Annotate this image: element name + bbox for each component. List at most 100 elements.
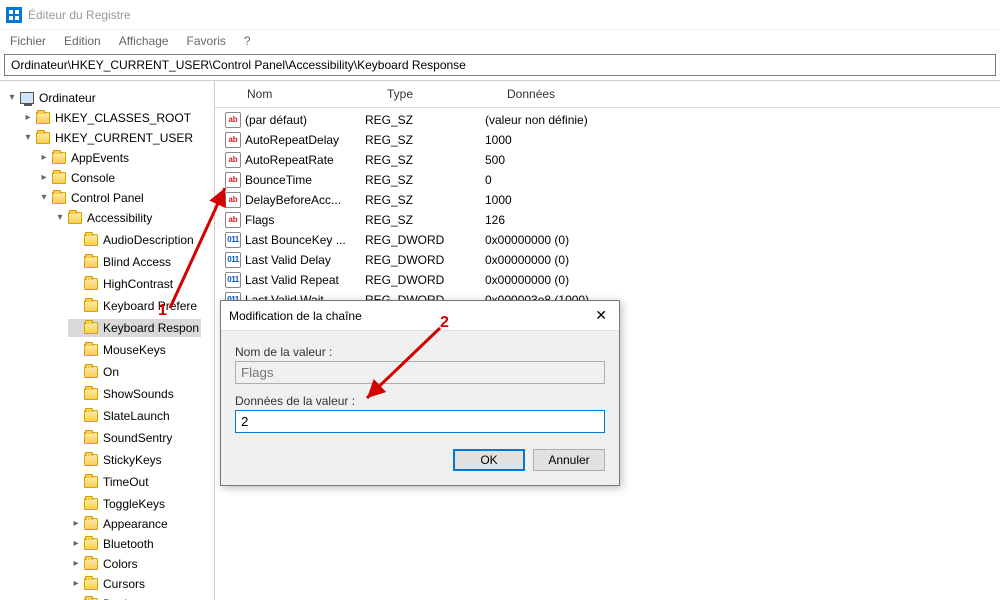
binary-value-icon [225,272,241,288]
col-name[interactable]: Nom [247,87,387,101]
list-header[interactable]: Nom Type Données [215,81,1000,108]
tree-item[interactable]: TimeOut [68,473,151,491]
chevron-down-icon[interactable]: ▾ [6,89,18,107]
edit-string-dialog: Modification de la chaîne ✕ Nom de la va… [220,300,620,486]
dialog-title-bar[interactable]: Modification de la chaîne ✕ [221,301,619,331]
tree-hkcu[interactable]: ▾ HKEY_CURRENT_USER [20,129,195,147]
tree-label: SoundSentry [103,429,172,447]
annotation-number-2: 2 [440,314,449,332]
folder-icon [84,300,98,312]
string-value-icon [225,212,241,228]
tree-label: Control Panel [71,189,144,207]
tree-item[interactable]: StickyKeys [68,451,164,469]
value-data: 0x00000000 (0) [485,251,992,269]
chevron-down-icon[interactable]: ▾ [38,189,50,207]
window-title: Éditeur du Registre [28,8,131,22]
list-row[interactable]: Last Valid DelayREG_DWORD0x00000000 (0) [215,250,1000,270]
tree-label: Blind Access [103,253,171,271]
tree-hkcr[interactable]: ▸ HKEY_CLASSES_ROOT [20,109,193,127]
ok-button[interactable]: OK [453,449,525,471]
value-type: REG_SZ [365,111,485,129]
tree-item[interactable]: ▸Appearance [68,515,170,533]
tree-item[interactable]: MouseKeys [68,341,168,359]
folder-icon [84,432,98,444]
menu-favorites[interactable]: Favoris [187,34,226,48]
list-row[interactable]: Last BounceKey ...REG_DWORD0x00000000 (0… [215,230,1000,250]
value-name-label: Nom de la valeur : [235,345,605,359]
tree-root[interactable]: ▾ Ordinateur [4,89,98,107]
binary-value-icon [225,252,241,268]
chevron-right-icon[interactable]: ▸ [38,169,50,187]
chevron-down-icon[interactable]: ▾ [54,209,66,227]
chevron-right-icon[interactable]: ▸ [38,149,50,167]
chevron-down-icon[interactable]: ▾ [22,129,34,147]
list-row[interactable]: (par défaut)REG_SZ(valeur non définie) [215,110,1000,130]
value-data: 1000 [485,131,992,149]
value-name: DelayBeforeAcc... [245,191,341,209]
tree-item[interactable]: SlateLaunch [68,407,172,425]
address-bar[interactable]: Ordinateur\HKEY_CURRENT_USER\Control Pan… [4,54,996,76]
list-row[interactable]: DelayBeforeAcc...REG_SZ1000 [215,190,1000,210]
list-row[interactable]: FlagsREG_SZ126 [215,210,1000,230]
folder-icon [52,152,66,164]
chevron-right-icon[interactable]: ▸ [70,555,82,573]
tree-label: ShowSounds [103,385,174,403]
tree-item[interactable]: HighContrast [68,275,175,293]
computer-icon [20,92,34,104]
tree-item-accessibility[interactable]: ▾ Accessibility [52,209,154,227]
tree-item[interactable]: ShowSounds [68,385,176,403]
chevron-right-icon[interactable]: ▸ [70,575,82,593]
folder-icon [84,256,98,268]
close-icon[interactable]: ✕ [591,307,611,324]
tree-pane[interactable]: ▾ Ordinateur ▸ HKEY_CLASSES_ROOT [0,81,215,600]
list-row[interactable]: AutoRepeatDelayREG_SZ1000 [215,130,1000,150]
tree-label: Accessibility [87,209,152,227]
tree-label: ToggleKeys [103,495,165,513]
tree-label: Desktop [103,595,147,600]
tree-item-console[interactable]: ▸Console [36,169,117,187]
menu-edit[interactable]: Edition [64,34,101,48]
tree-item[interactable]: SoundSentry [68,429,174,447]
chevron-right-icon[interactable]: ▸ [70,515,82,533]
folder-icon [84,278,98,290]
value-name-field [235,361,605,384]
chevron-right-icon[interactable]: ▸ [22,109,34,127]
tree-item[interactable]: Keyboard Respon [68,319,201,337]
tree-item[interactable]: ▸ Desktop [68,595,149,600]
tree-item[interactable]: ▸Cursors [68,575,147,593]
value-type: REG_SZ [365,131,485,149]
folder-icon [84,344,98,356]
tree-item-control-panel[interactable]: ▾ Control Panel [36,189,146,207]
tree-label: AppEvents [71,149,129,167]
list-row[interactable]: AutoRepeatRateREG_SZ500 [215,150,1000,170]
folder-icon [84,234,98,246]
chevron-right-icon[interactable]: ▸ [70,595,82,600]
folder-icon [84,366,98,378]
col-data[interactable]: Données [507,87,992,101]
folder-icon [84,454,98,466]
regedit-icon [6,7,22,23]
tree-label: Colors [103,555,138,573]
tree-item[interactable]: On [68,363,121,381]
tree-item[interactable]: AudioDescription [68,231,196,249]
menu-help[interactable]: ? [244,34,251,48]
menu-file[interactable]: Fichier [10,34,46,48]
value-name: Last BounceKey ... [245,231,346,249]
tree-item[interactable]: Blind Access [68,253,173,271]
tree-item[interactable]: ToggleKeys [68,495,167,513]
folder-icon [84,322,98,334]
value-name: Last Valid Repeat [245,271,339,289]
list-row[interactable]: BounceTimeREG_SZ0 [215,170,1000,190]
chevron-right-icon[interactable]: ▸ [70,535,82,553]
menu-view[interactable]: Affichage [119,34,169,48]
tree-label: HKEY_CURRENT_USER [55,129,193,147]
folder-icon [84,476,98,488]
tree-item[interactable]: ▸ Colors [68,555,140,573]
tree-item-appevents[interactable]: ▸ AppEvents [36,149,131,167]
value-data-field[interactable] [235,410,605,433]
tree-item[interactable]: Keyboard Prefere [68,297,199,315]
cancel-button[interactable]: Annuler [533,449,605,471]
tree-item[interactable]: ▸Bluetooth [68,535,156,553]
col-type[interactable]: Type [387,87,507,101]
list-row[interactable]: Last Valid RepeatREG_DWORD0x00000000 (0) [215,270,1000,290]
